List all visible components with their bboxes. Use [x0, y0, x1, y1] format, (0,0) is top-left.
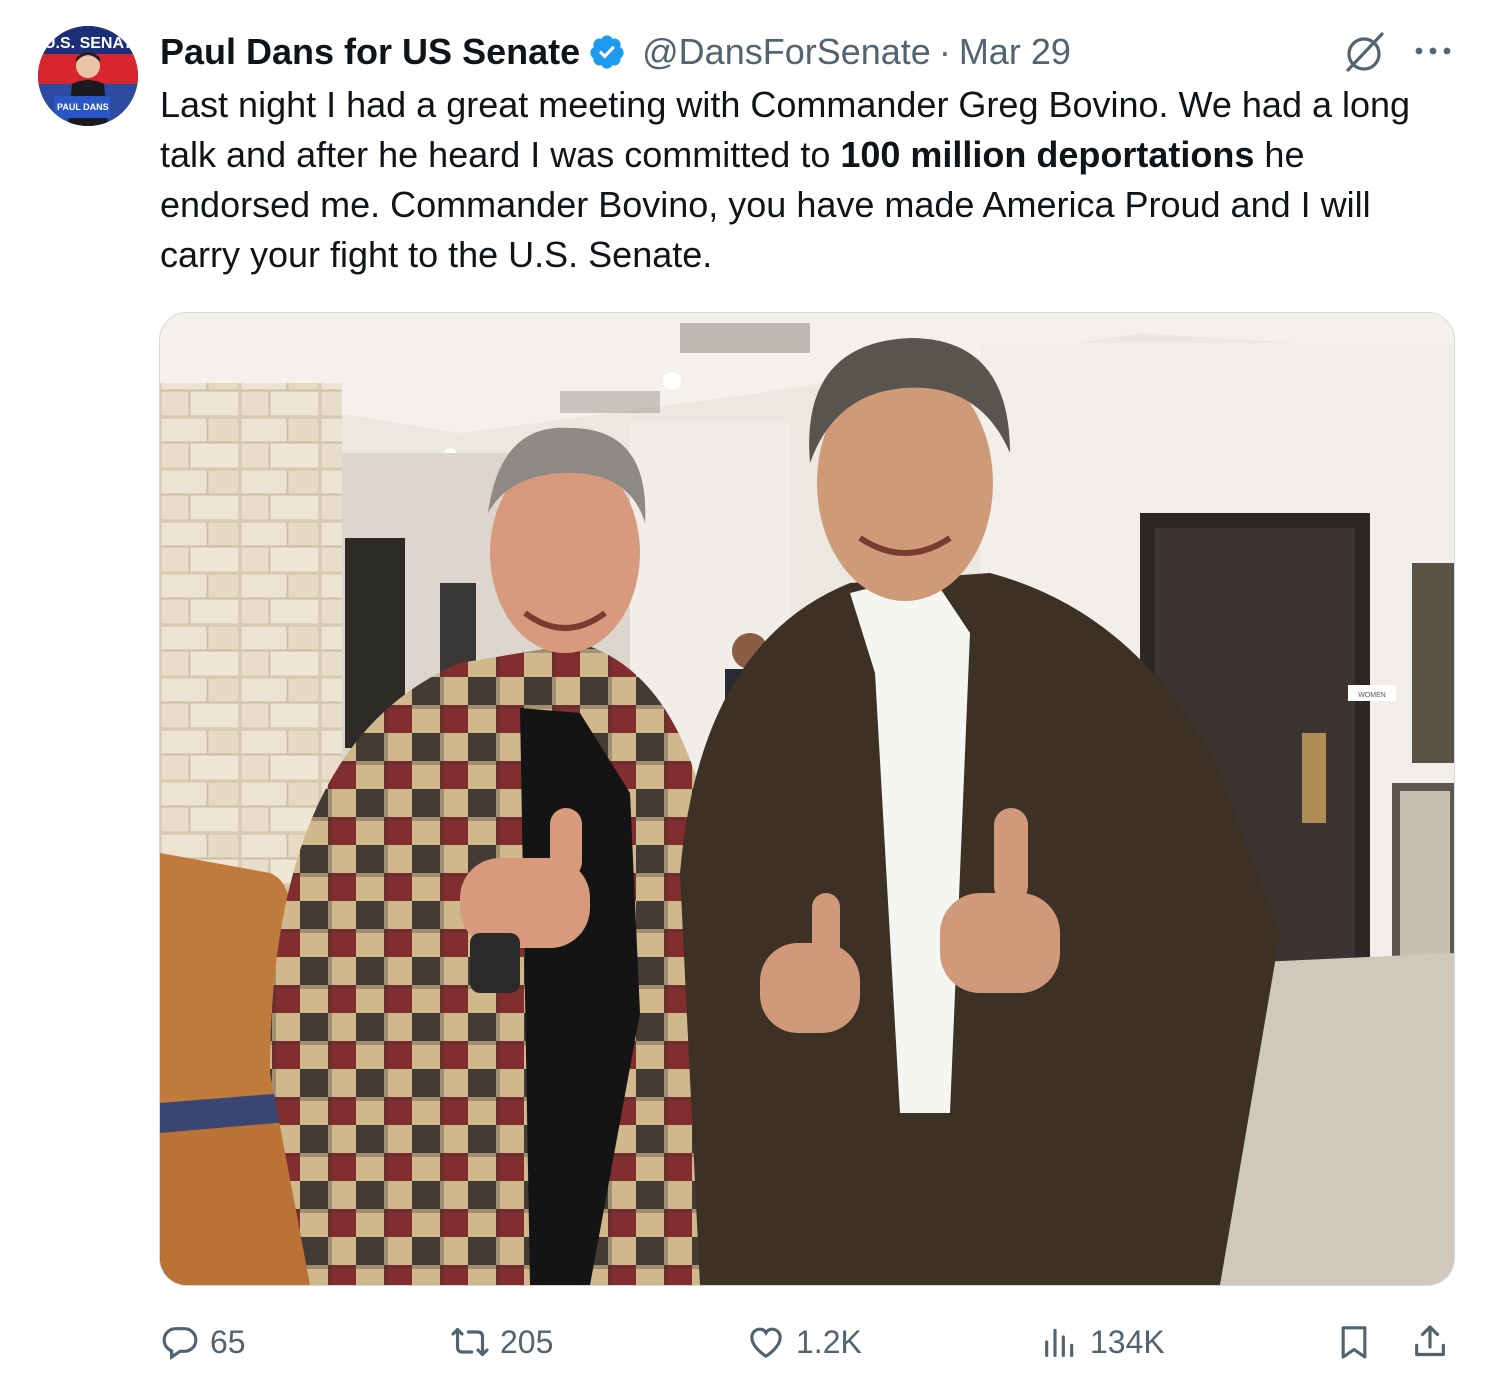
like-button[interactable]: 1.2K	[746, 1312, 862, 1372]
avatar-sign-top: U.S. SENAT	[44, 35, 133, 52]
photo-two-men-thumbs-up: WOMEN	[160, 313, 1454, 1285]
reply-icon	[162, 1327, 198, 1360]
reply-count: 65	[210, 1323, 246, 1360]
repost-icon	[451, 1327, 489, 1357]
bookmark-button[interactable]	[1334, 1312, 1374, 1372]
avatar[interactable]: U.S. SENAT PAUL DANS	[38, 26, 138, 126]
views-count: 134K	[1090, 1323, 1165, 1360]
avatar-image: U.S. SENAT PAUL DANS	[38, 26, 138, 126]
views-icon	[1045, 1328, 1074, 1357]
more-icon[interactable]	[1410, 36, 1456, 66]
door-sign: WOMEN	[1358, 692, 1386, 699]
author-name[interactable]: Paul Dans for US Senate	[160, 31, 580, 73]
share-button[interactable]	[1410, 1312, 1450, 1372]
verified-badge-icon	[590, 35, 624, 69]
like-count: 1.2K	[796, 1323, 862, 1360]
views-button[interactable]: 134K	[1040, 1312, 1165, 1372]
avatar-sign-bottom: PAUL DANS	[57, 102, 109, 112]
repost-button[interactable]: 205	[450, 1312, 553, 1372]
tweet-photo[interactable]: WOMEN	[159, 312, 1455, 1286]
tweet-header: Paul Dans for US Senate @DansForSenate ·…	[160, 26, 1071, 78]
grok-icon[interactable]	[1340, 28, 1388, 76]
like-icon	[750, 1327, 782, 1359]
tweet-text: Last night I had a great meeting with Co…	[160, 80, 1460, 280]
action-bar: 65 205 1.2K 134K	[160, 1312, 1460, 1372]
author-handle[interactable]: @DansForSenate	[642, 31, 931, 73]
tweet-text-bold: 100 million deportations	[840, 134, 1255, 175]
reply-button[interactable]: 65	[160, 1312, 246, 1372]
share-icon	[1415, 1325, 1445, 1357]
header-separator: ·	[938, 31, 951, 72]
bookmark-icon	[1341, 1326, 1367, 1359]
tweet-date[interactable]: Mar 29	[959, 31, 1071, 73]
repost-count: 205	[500, 1323, 554, 1360]
